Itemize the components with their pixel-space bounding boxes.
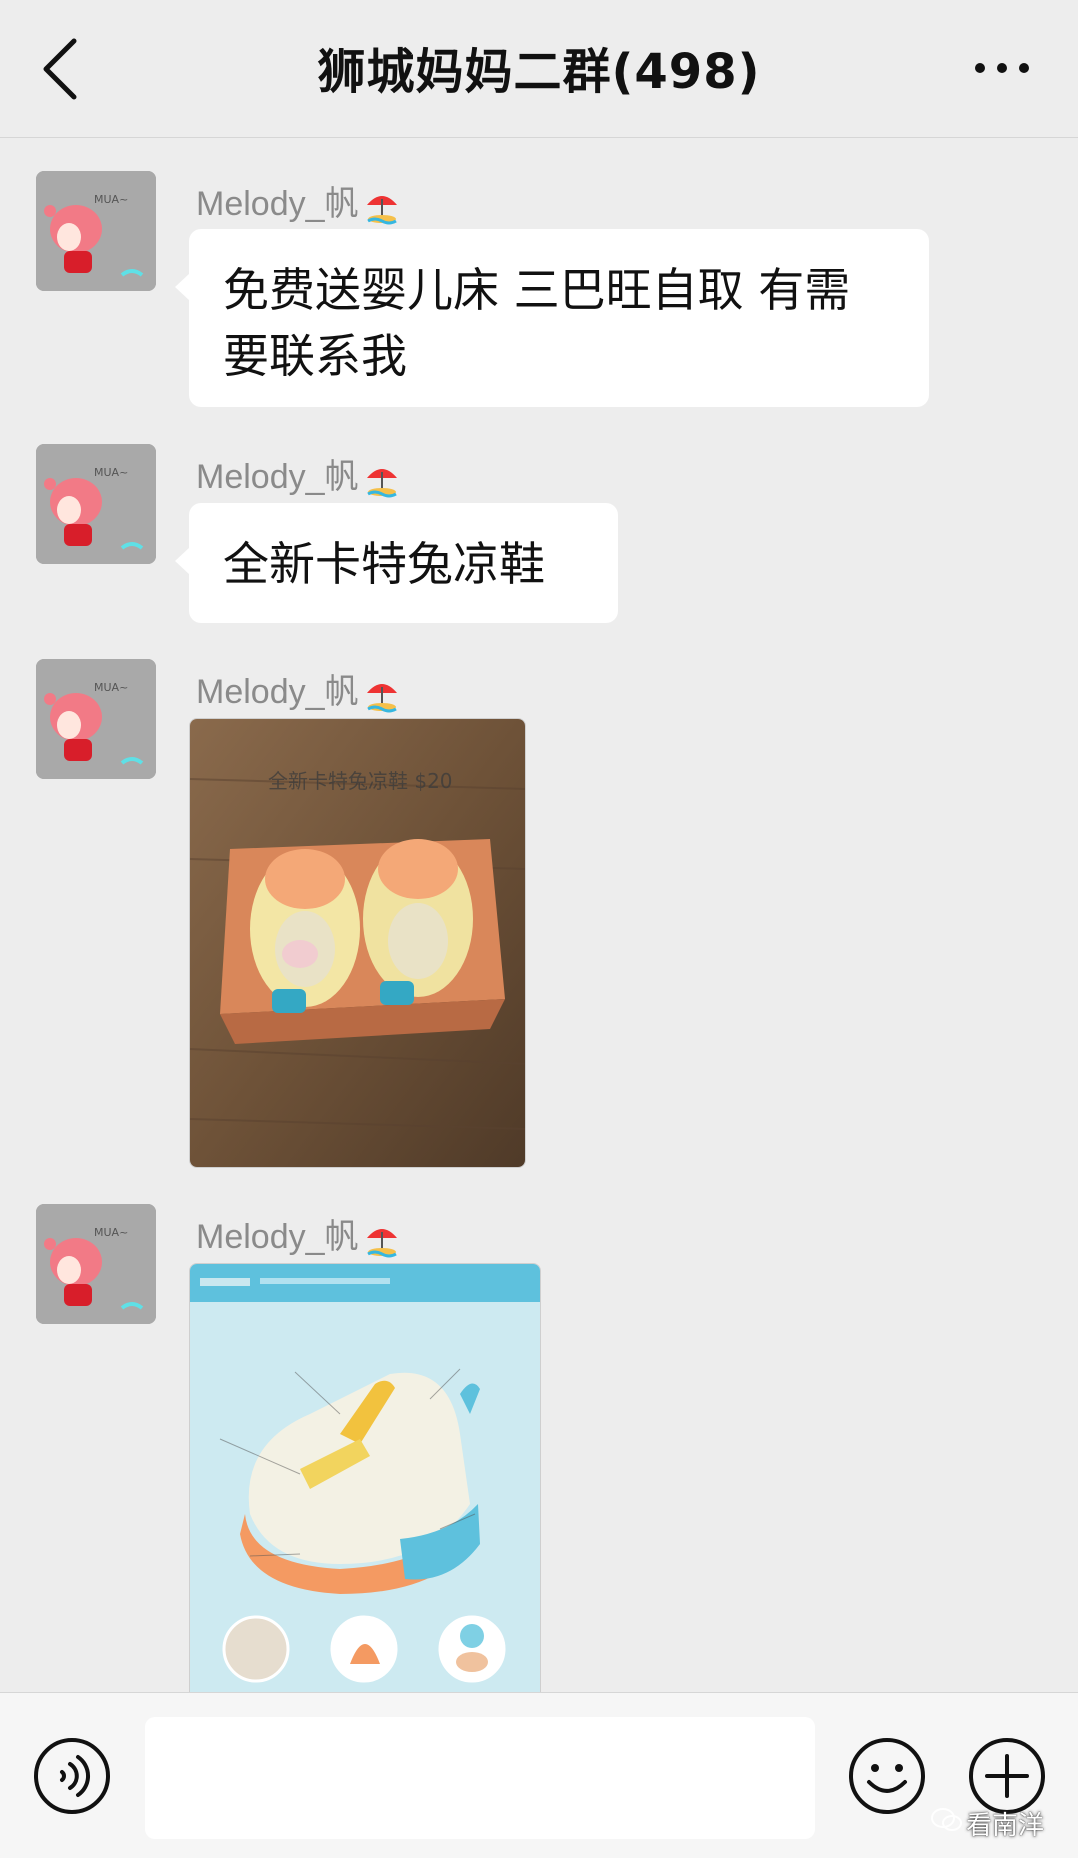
svg-text:MUA~: MUA~ xyxy=(94,466,128,479)
more-dots-icon[interactable] xyxy=(972,60,1032,76)
avatar[interactable]: MUA~ xyxy=(36,659,156,779)
chat-title: 狮城妈妈二群(498) xyxy=(317,44,761,100)
shoe-box-photo[interactable]: 全新卡特兔凉鞋 $20 xyxy=(189,718,526,1168)
photo-caption: 全新卡特兔凉鞋 $20 xyxy=(268,769,453,793)
watermark: 看南洋 xyxy=(966,1811,1045,1841)
beach-umbrella-icon xyxy=(366,684,397,713)
beach-umbrella-icon xyxy=(366,196,397,225)
svg-text:MUA~: MUA~ xyxy=(94,193,128,206)
plus-icon[interactable] xyxy=(967,1736,1047,1816)
sender-name: Melody_帆 xyxy=(196,1209,401,1258)
chat-header: 狮城妈妈二群(498) xyxy=(0,0,1078,138)
shoe-product-photo[interactable] xyxy=(189,1263,541,1692)
composer-bar: 看南洋 xyxy=(0,1692,1078,1858)
voice-icon[interactable] xyxy=(32,1736,112,1816)
sender-name: Melody_帆 xyxy=(196,176,401,225)
avatar[interactable]: MUA~ xyxy=(36,444,156,564)
message-input[interactable] xyxy=(145,1717,815,1839)
beach-umbrella-icon xyxy=(366,1229,397,1258)
message-bubble[interactable]: 全新卡特兔凉鞋 xyxy=(175,503,618,623)
avatar[interactable]: MUA~ xyxy=(36,1204,156,1324)
svg-text:MUA~: MUA~ xyxy=(94,681,128,694)
message-bubble[interactable]: 免费送婴儿床 三巴旺自取 有需要联系我 xyxy=(175,229,929,407)
avatar[interactable]: MUA~ xyxy=(36,171,156,291)
sender-name: Melody_帆 xyxy=(196,449,401,498)
wechat-logo-icon xyxy=(931,1808,962,1831)
svg-text:MUA~: MUA~ xyxy=(94,1226,128,1239)
beach-umbrella-icon xyxy=(366,469,397,498)
smile-icon[interactable] xyxy=(847,1736,927,1816)
sender-name: Melody_帆 xyxy=(196,664,401,713)
